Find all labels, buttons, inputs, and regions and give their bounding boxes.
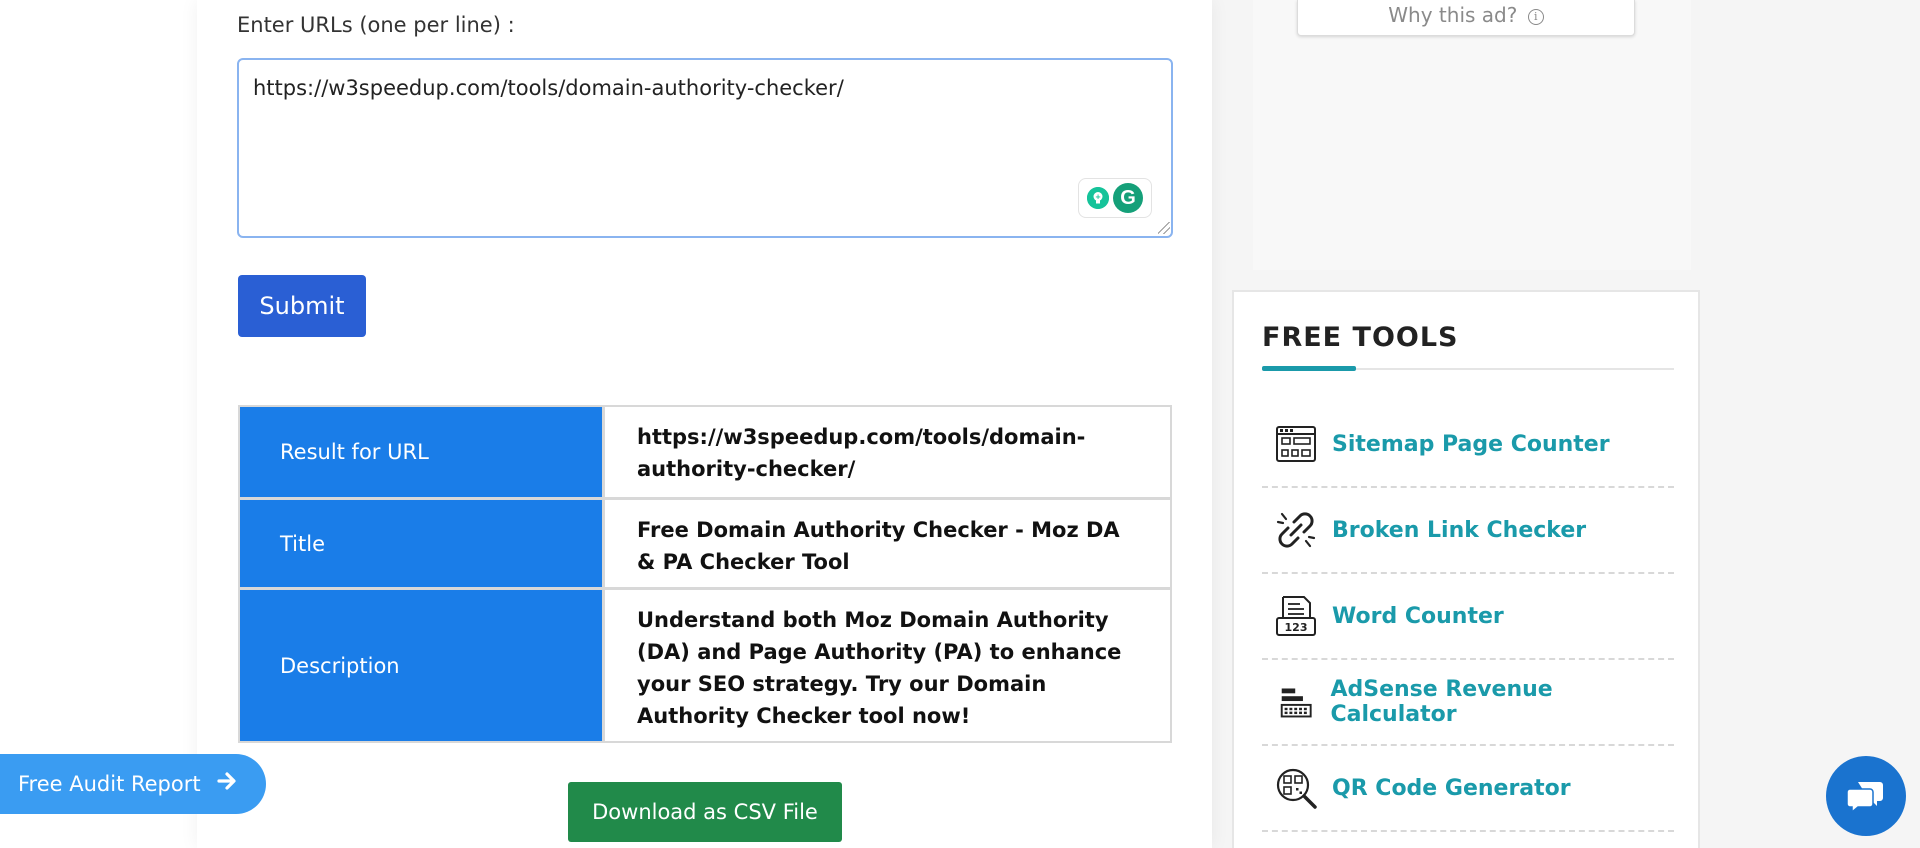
table-row: Description Understand both Moz Domain A…: [240, 587, 1170, 741]
chat-icon: [1846, 782, 1883, 814]
qr-code-icon: [1276, 768, 1317, 809]
free-tools-card: FREE TOOLS Sitemap Page Counter Broken L…: [1232, 290, 1700, 848]
svg-text:+: +: [1095, 193, 1101, 201]
row-header: Result for URL: [240, 407, 602, 497]
broken-link-icon: [1276, 512, 1316, 548]
row-header: Title: [240, 500, 602, 587]
textarea-resize-handle[interactable]: [1158, 222, 1170, 234]
download-csv-button[interactable]: Download as CSV File: [568, 782, 842, 842]
svg-text:123: 123: [1285, 621, 1308, 634]
url-input-label: Enter URLs (one per line) :: [237, 13, 515, 37]
sitemap-icon: [1276, 426, 1316, 462]
tool-label: Word Counter: [1332, 603, 1504, 629]
url-textarea-value: https://w3speedup.com/tools/domain-autho…: [253, 76, 844, 100]
title-underline: [1262, 366, 1674, 371]
tool-label: Broken Link Checker: [1332, 517, 1587, 543]
free-tools-title: FREE TOOLS: [1262, 322, 1459, 353]
arrow-right-icon: [217, 771, 239, 797]
why-this-ad-label: Why this ad?: [1388, 3, 1518, 27]
tool-label: AdSense Revenue Calculator: [1330, 677, 1553, 727]
tool-label: Sitemap Page Counter: [1332, 431, 1610, 457]
submit-button[interactable]: Submit: [238, 275, 366, 337]
grammarly-logo-icon[interactable]: G: [1113, 183, 1143, 213]
info-icon: i: [1527, 9, 1544, 25]
grammarly-widget[interactable]: + G: [1078, 178, 1152, 218]
why-this-ad-button[interactable]: Why this ad? i: [1297, 0, 1635, 36]
title-accent: [1262, 366, 1356, 371]
row-value: Understand both Moz Domain Authority (DA…: [605, 590, 1170, 741]
word-counter-icon: 123: [1276, 596, 1316, 636]
chat-button[interactable]: [1826, 756, 1906, 836]
lightbulb-icon[interactable]: +: [1087, 187, 1109, 209]
table-row: Result for URL https://w3speedup.com/too…: [240, 407, 1170, 497]
row-value: https://w3speedup.com/tools/domain-autho…: [605, 407, 1170, 497]
audit-label: Free Audit Report: [18, 772, 201, 796]
tool-item-adsense[interactable]: AdSense Revenue Calculator: [1262, 660, 1674, 746]
row-value: Free Domain Authority Checker - Moz DA &…: [605, 500, 1170, 587]
tool-item-word-counter[interactable]: 123 Word Counter: [1262, 574, 1674, 660]
page-gutter: [0, 0, 197, 848]
ad-slot: [1253, 0, 1691, 270]
tool-label: QR Code Generator: [1332, 775, 1571, 801]
row-header: Description: [240, 590, 602, 741]
tool-item-sitemap[interactable]: Sitemap Page Counter: [1262, 402, 1674, 488]
calculator-icon: [1280, 688, 1312, 718]
free-audit-report-button[interactable]: Free Audit Report: [0, 754, 266, 814]
url-textarea[interactable]: https://w3speedup.com/tools/domain-autho…: [237, 58, 1173, 238]
tool-item-broken-link[interactable]: Broken Link Checker: [1262, 488, 1674, 574]
result-table: Result for URL https://w3speedup.com/too…: [238, 405, 1172, 743]
tool-item-qr-code[interactable]: QR Code Generator: [1262, 746, 1674, 832]
table-row: Title Free Domain Authority Checker - Mo…: [240, 497, 1170, 587]
grammarly-logo-letter: G: [1120, 187, 1136, 209]
